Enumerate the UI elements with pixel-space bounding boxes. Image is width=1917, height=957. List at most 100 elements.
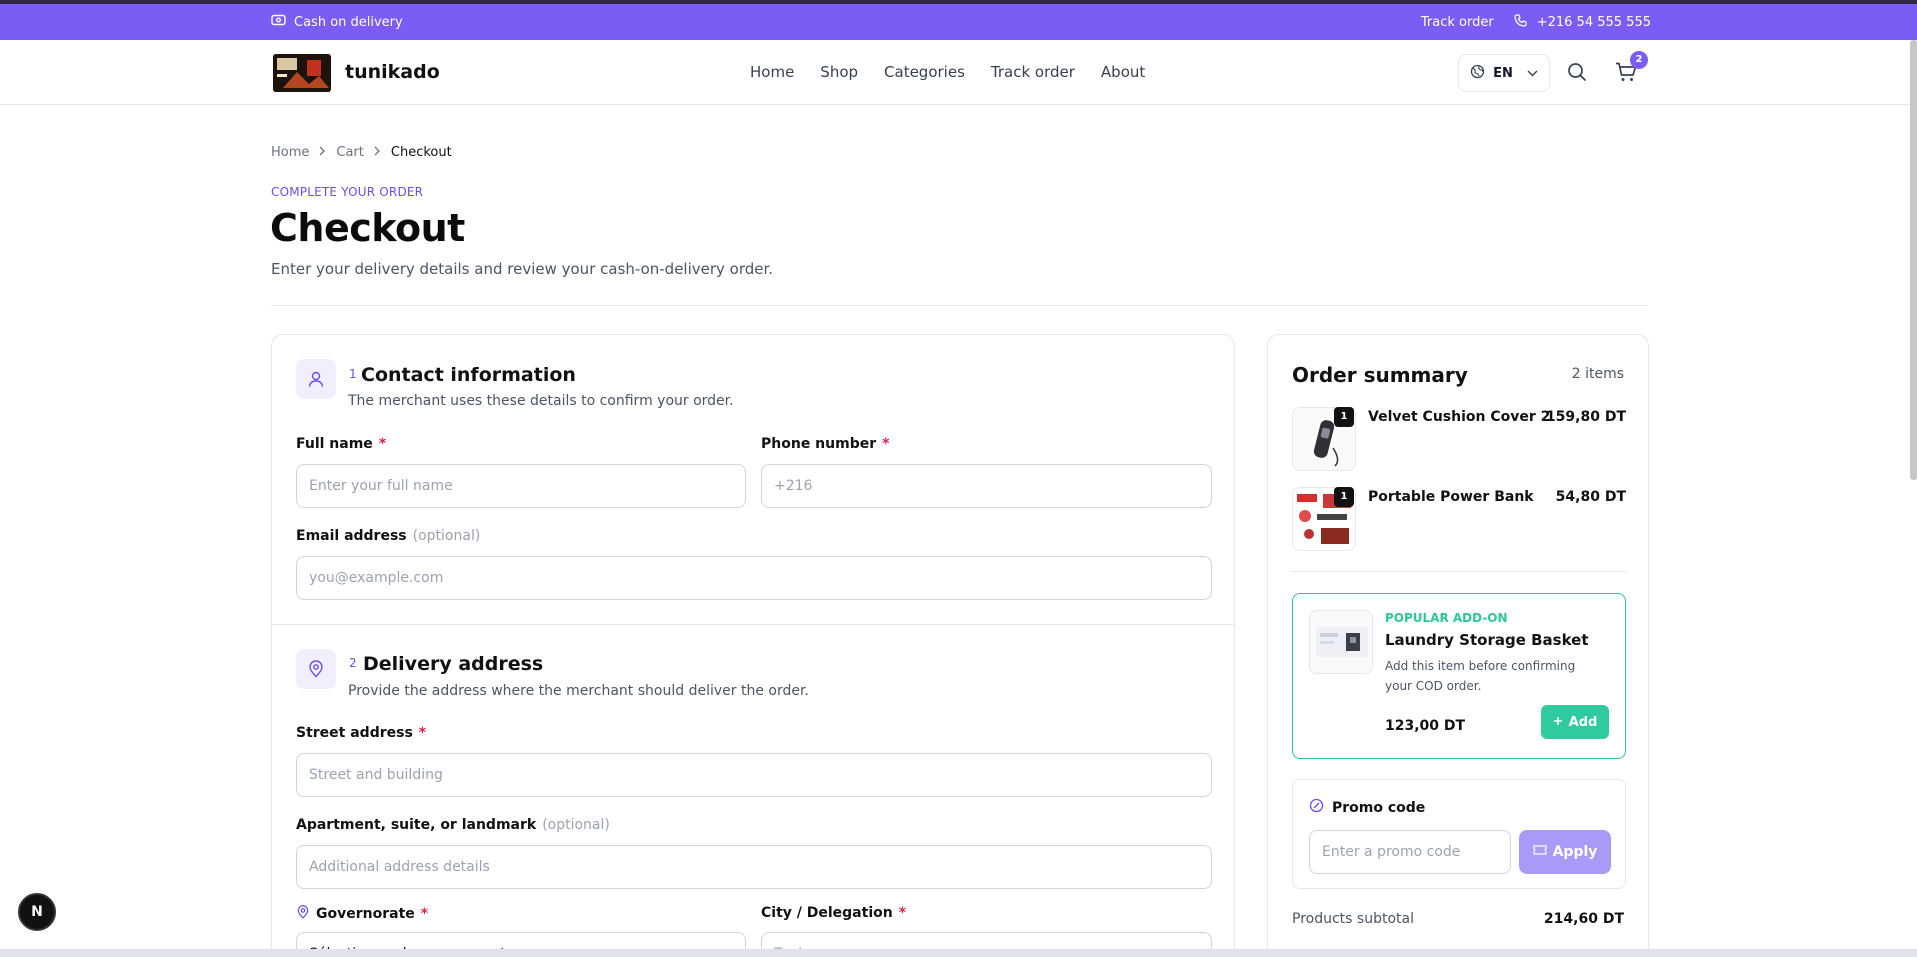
section-title-contact: Contact information bbox=[361, 364, 576, 386]
required-mark: * bbox=[882, 436, 890, 452]
optional-mark: (optional) bbox=[412, 528, 481, 544]
items-count: 2 items bbox=[1571, 366, 1624, 382]
brand-logo[interactable] bbox=[273, 54, 331, 92]
optional-mark: (optional) bbox=[542, 817, 610, 833]
nav-shop[interactable]: Shop bbox=[820, 63, 858, 81]
page-subtitle: Enter your delivery details and review y… bbox=[271, 260, 774, 278]
section-number: 2 bbox=[349, 656, 357, 670]
nav-home[interactable]: Home bbox=[750, 63, 794, 81]
addon-name: Laundry Storage Basket bbox=[1385, 631, 1589, 649]
promo-code-box: Promo code Enter a promo code Apply bbox=[1292, 779, 1626, 889]
breadcrumb-cart[interactable]: Cart bbox=[336, 145, 364, 160]
chevron-right-icon bbox=[374, 145, 381, 160]
breadcrumb-home[interactable]: Home bbox=[271, 145, 309, 160]
nav-about[interactable]: About bbox=[1101, 63, 1145, 81]
full-name-label-text: Full name bbox=[296, 436, 373, 452]
main-header: tunikado Home Shop Categories Track orde… bbox=[0, 40, 1917, 105]
add-addon-label: Add bbox=[1568, 714, 1598, 730]
add-addon-button[interactable]: Add bbox=[1541, 705, 1609, 739]
window-bottom-edge bbox=[0, 949, 1917, 957]
ticket-icon bbox=[1532, 844, 1547, 860]
required-mark: * bbox=[898, 905, 907, 921]
language-selector[interactable]: EN bbox=[1458, 54, 1550, 92]
header-divider bbox=[271, 305, 1648, 306]
phone-number[interactable]: +216 54 555 555 bbox=[1537, 15, 1651, 30]
section-desc-delivery: Provide the address where the merchant s… bbox=[348, 683, 809, 699]
addon-tag: POPULAR ADD-ON bbox=[1385, 611, 1508, 625]
required-mark: * bbox=[418, 725, 427, 741]
street-input[interactable]: Street and building bbox=[296, 753, 1212, 797]
plus-icon bbox=[1553, 715, 1563, 730]
chevron-right-icon bbox=[319, 145, 326, 160]
promo-title-text: Promo code bbox=[1332, 799, 1426, 816]
street-label-text: Street address bbox=[296, 725, 413, 741]
apply-promo-button[interactable]: Apply bbox=[1519, 830, 1611, 874]
street-label: Street address * bbox=[296, 725, 426, 741]
phone-icon bbox=[1514, 14, 1527, 31]
location-pin-icon bbox=[296, 649, 336, 689]
quantity-badge: 1 bbox=[1334, 487, 1354, 507]
breadcrumb: Home Cart Checkout bbox=[271, 145, 452, 160]
city-label: City / Delegation * bbox=[761, 905, 906, 921]
location-pin-icon bbox=[296, 905, 310, 923]
user-icon bbox=[296, 359, 336, 399]
apartment-label: Apartment, suite, or landmark (optional) bbox=[296, 817, 610, 833]
brand-name[interactable]: tunikado bbox=[345, 61, 440, 83]
cart-count-badge: 2 bbox=[1630, 51, 1648, 69]
globe-icon bbox=[1470, 64, 1485, 83]
section-number: 1 bbox=[349, 367, 357, 381]
promo-code-input[interactable]: Enter a promo code bbox=[1309, 830, 1511, 874]
subtotal-label: Products subtotal bbox=[1292, 911, 1414, 927]
nextjs-dev-badge[interactable]: N bbox=[18, 893, 56, 931]
breadcrumb-current: Checkout bbox=[390, 145, 452, 160]
full-name-input[interactable]: Enter your full name bbox=[296, 464, 746, 508]
search-icon[interactable] bbox=[1567, 62, 1587, 86]
addon-description: Add this item before confirming your COD… bbox=[1385, 659, 1576, 693]
governorate-label: Governorate * bbox=[296, 905, 428, 923]
page-eyebrow: COMPLETE YOUR ORDER bbox=[271, 185, 424, 199]
promo-title: Promo code bbox=[1309, 798, 1425, 817]
email-input[interactable]: you@example.com bbox=[296, 556, 1212, 600]
section-divider bbox=[272, 624, 1234, 625]
page-scrollbar[interactable] bbox=[1910, 40, 1917, 480]
track-order-link[interactable]: Track order bbox=[1421, 15, 1494, 30]
summary-divider bbox=[1292, 571, 1626, 572]
nav-categories[interactable]: Categories bbox=[884, 63, 965, 81]
cash-icon bbox=[271, 14, 286, 30]
item-name: Portable Power Bank bbox=[1368, 489, 1534, 505]
addon-price: 123,00 DT bbox=[1385, 718, 1466, 734]
required-mark: * bbox=[378, 436, 387, 452]
order-summary-card: Order summary 2 items 1 Velvet Cushion C… bbox=[1267, 334, 1649, 957]
item-price: 159,80 DT bbox=[1545, 409, 1626, 425]
phone-input[interactable]: +216 bbox=[761, 464, 1212, 508]
required-mark: * bbox=[420, 906, 429, 922]
quantity-badge: 1 bbox=[1334, 407, 1354, 427]
page-title: Checkout bbox=[270, 206, 465, 250]
apartment-label-text: Apartment, suite, or landmark bbox=[296, 817, 537, 833]
cart-item[interactable]: 1 Velvet Cushion Cover 2 159,80 DT bbox=[1292, 407, 1626, 471]
city-label-text: City / Delegation bbox=[761, 905, 893, 921]
announcement-bar: Cash on delivery Track order +216 54 555… bbox=[0, 4, 1917, 40]
nav-track-order[interactable]: Track order bbox=[991, 63, 1075, 81]
governorate-label-text: Governorate bbox=[316, 906, 415, 922]
apply-label: Apply bbox=[1552, 844, 1598, 860]
email-label-text: Email address bbox=[296, 528, 407, 544]
discount-badge-icon bbox=[1309, 798, 1324, 817]
item-price: 54,80 DT bbox=[1555, 489, 1626, 505]
email-label: Email address (optional) bbox=[296, 528, 480, 544]
item-name: Velvet Cushion Cover 2 bbox=[1368, 409, 1551, 425]
popular-addon-card: POPULAR ADD-ON Laundry Storage Basket Ad… bbox=[1292, 593, 1626, 759]
section-title-delivery: Delivery address bbox=[363, 653, 544, 675]
chevron-down-icon bbox=[1527, 66, 1538, 81]
phone-label: Phone number * bbox=[761, 436, 889, 452]
subtotal-value: 214,60 DT bbox=[1543, 911, 1624, 927]
cod-label: Cash on delivery bbox=[294, 14, 403, 30]
apartment-input[interactable]: Additional address details bbox=[296, 845, 1212, 889]
order-summary-title: Order summary bbox=[1292, 363, 1468, 387]
language-label: EN bbox=[1493, 65, 1513, 81]
checkout-form-card: 1 Contact information The merchant uses … bbox=[271, 334, 1235, 957]
addon-thumbnail bbox=[1309, 610, 1373, 674]
cart-item[interactable]: 1 Portable Power Bank 54,80 DT bbox=[1292, 487, 1626, 551]
main-nav: Home Shop Categories Track order About bbox=[750, 63, 1145, 81]
full-name-label: Full name * bbox=[296, 436, 386, 452]
